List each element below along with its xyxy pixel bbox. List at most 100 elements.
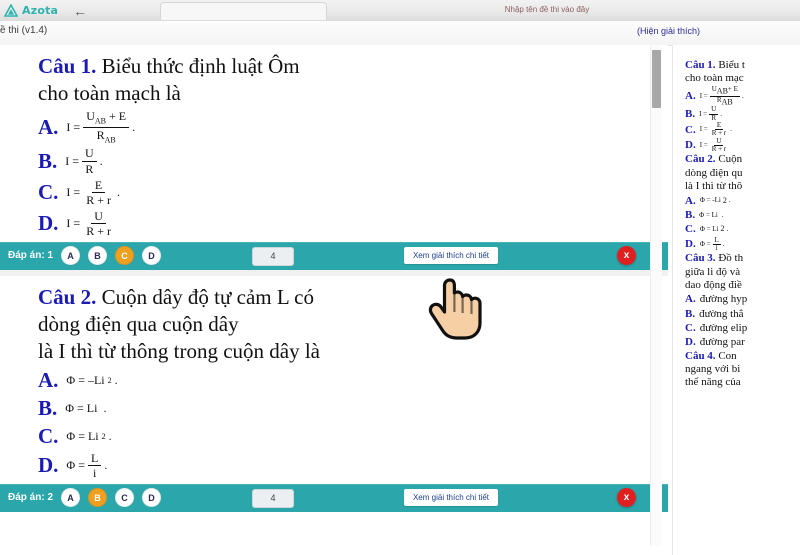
preview-q1-option-c: C. I = ER + r .	[685, 121, 732, 138]
question-2-label: Câu 2.	[38, 284, 97, 309]
option-d-letter: D.	[38, 453, 59, 478]
question-1-label: Câu 1.	[38, 54, 97, 78]
answer-toolbar-1: Đáp án: 1 A B C D 4 Xem giải thích chi t…	[0, 241, 668, 270]
preview-q2-title: Câu 2. Cuộn	[685, 153, 743, 166]
preview-q2-line3: là I thì từ thô	[685, 180, 743, 193]
answer-choice-a-2[interactable]: A	[61, 488, 81, 508]
editor-scrollbar[interactable]	[650, 46, 662, 546]
option-a-dot: .	[132, 119, 136, 134]
question-2-line2: dòng điện qua cuộn dây	[38, 311, 239, 336]
option-b-formula: I = U R .	[65, 146, 103, 176]
delete-question-button-1[interactable]: x	[617, 245, 636, 265]
preview-q3-option-d: D. đường par	[685, 336, 745, 349]
preview-q2-option-c: C. Φ = Li 2.	[685, 223, 729, 236]
brand-name: Azota	[22, 4, 59, 17]
exam-subheader: ề thi (v1.4) (Hiện giải thích)	[0, 21, 800, 46]
preview-q1-label: Câu 1.	[685, 59, 716, 71]
answer-toolbar-2: Đáp án: 2 A B C D 4 Xem giải thích chi t…	[0, 483, 668, 512]
browser-topbar: Azota ← Nhập tên đề thi vào đây	[0, 0, 800, 22]
answer-choice-a-1[interactable]: A	[61, 246, 81, 266]
question-1-line1: Biểu thức định luật Ôm	[101, 54, 300, 78]
view-explanation-button-2[interactable]: Xem giải thích chi tiết	[404, 488, 498, 506]
preview-q3-option-c: C. đường elip	[685, 322, 748, 335]
answer-choice-d-1[interactable]: D	[142, 246, 162, 266]
option-b-formula: Φ = Li .	[65, 400, 107, 415]
preview-q4-title: Câu 4. Con	[685, 349, 737, 362]
question-1-option-d[interactable]: D. I = U R + r	[38, 210, 650, 238]
question-2-line1: Cuộn dây độ tự cảm L có	[101, 284, 314, 309]
question-1-title: Câu 1. Biểu thức định luật Ôm	[38, 53, 650, 80]
question-2-title: Câu 2. Cuộn dây độ tự cảm L có	[38, 284, 650, 311]
preview-q1-option-b: B. I = UR .	[685, 105, 722, 122]
option-a-denominator: RAB	[96, 127, 116, 144]
preview-q3-option-b: B. đường thẳ	[685, 307, 744, 320]
question-editor: Câu 1. Biểu thức định luật Ôm cho toàn m…	[0, 45, 668, 555]
preview-q1-option-a: A. I = UAB+ E RAB .	[685, 84, 744, 106]
question-2-option-d[interactable]: D. Φ = L i .	[38, 450, 650, 481]
view-explanation-button-1[interactable]: Xem giải thích chi tiết	[404, 246, 498, 264]
preview-q3-line3: dao động điề	[685, 279, 742, 292]
option-a-numerator: UAB + E	[83, 109, 130, 128]
option-d-formula: I = U R + r	[66, 208, 111, 239]
option-b-letter: B.	[38, 395, 58, 420]
answer-choice-b-2[interactable]: B	[88, 488, 108, 508]
preview-q2-option-d: D. Φ = Li .	[685, 235, 725, 252]
answer-choice-c-1[interactable]: C	[115, 246, 135, 266]
scrollbar-thumb[interactable]	[652, 50, 661, 108]
preview-q3-title: Câu 3. Đồ th	[685, 252, 744, 265]
question-2-option-b[interactable]: B. Φ = Li .	[38, 396, 650, 421]
question-block-2: Câu 2. Cuộn dây độ tự cảm L có dòng điện…	[0, 275, 668, 512]
score-input-2[interactable]: 4	[252, 488, 294, 508]
delete-question-button-2[interactable]: x	[617, 487, 636, 507]
exam-name-label: ề thi (v1.4)	[0, 25, 48, 36]
option-a-formula: Φ = –Li 2 .	[66, 372, 118, 387]
question-1-option-c[interactable]: C. I = E R + r .	[38, 177, 650, 208]
preview-q2-option-b: B. Φ = Li.	[685, 208, 724, 221]
answer-label-1: Đáp án: 1	[8, 250, 54, 262]
option-d-letter: D.	[38, 211, 59, 236]
answer-label-2: Đáp án: 2	[8, 492, 54, 504]
question-1-body: Câu 1. Biểu thức định luật Ôm cho toàn m…	[0, 45, 668, 242]
preview-q4-line3: thế năng của	[685, 376, 741, 389]
exam-preview-pane: Câu 1. Biểu t cho toàn mạc A. I = UAB+ E…	[672, 45, 800, 555]
preview-q1-line2: cho toàn mạc	[685, 72, 744, 85]
preview-q2-line2: dòng điện qu	[685, 166, 743, 179]
answer-choice-d-2[interactable]: D	[142, 488, 162, 508]
question-1-option-a[interactable]: A. I = UAB + E RAB .	[38, 109, 650, 145]
preview-q4-label: Câu 4.	[685, 349, 716, 362]
option-a-letter: A.	[38, 114, 59, 139]
preview-q1-title: Câu 1. Biểu t	[685, 59, 745, 71]
question-block-1: Câu 1. Biểu thức định luật Ôm cho toàn m…	[0, 45, 668, 270]
question-1-option-b[interactable]: B. I = U R .	[38, 147, 650, 175]
preview-q3-line2: giữa li độ và	[685, 265, 741, 278]
preview-q3-label: Câu 3.	[685, 252, 716, 265]
answer-choice-c-2[interactable]: C	[115, 488, 135, 508]
show-explanation-link[interactable]: (Hiện giải thích)	[637, 26, 700, 36]
preview-q2-option-a: A. Φ = -Li 2.	[685, 194, 731, 207]
question-1-line2: cho toàn mạch là	[38, 80, 181, 105]
option-b-letter: B.	[38, 148, 58, 173]
option-c-formula: Φ = Li 2 .	[66, 428, 112, 443]
brand-logo[interactable]: Azota	[0, 2, 59, 18]
option-a-formula: I = UAB + E RAB .	[66, 109, 136, 145]
option-a-letter: A.	[38, 367, 59, 392]
option-c-letter: C.	[38, 180, 59, 205]
answer-choice-b-1[interactable]: B	[88, 246, 108, 266]
option-a-lhs: I =	[66, 119, 81, 134]
app-root: Azota ← Nhập tên đề thi vào đây ề thi (v…	[0, 0, 800, 555]
back-arrow-icon[interactable]: ←	[72, 4, 88, 18]
question-2-option-c[interactable]: C. Φ = Li 2 .	[38, 424, 650, 449]
address-field[interactable]	[160, 2, 327, 20]
page-title: Nhập tên đề thi vào đây	[504, 5, 590, 14]
option-d-formula: Φ = L i .	[66, 450, 108, 481]
preview-q4-line2: ngang với bi	[685, 363, 741, 376]
option-c-formula: I = E R + r .	[66, 177, 120, 208]
score-input-1[interactable]: 4	[252, 246, 294, 266]
question-2-body: Câu 2. Cuộn dây độ tự cảm L có dòng điện…	[0, 276, 668, 484]
azota-triangle-logo	[3, 2, 19, 18]
preview-q1-option-d: D. I = UR + r	[685, 136, 727, 154]
preview-q3-option-a: A. đường hyp	[685, 293, 748, 306]
question-2-line3: là I thì từ thông trong cuộn dây là	[38, 338, 320, 363]
preview-q2-label: Câu 2.	[685, 153, 716, 166]
question-2-option-a[interactable]: A. Φ = –Li 2 .	[38, 368, 650, 393]
